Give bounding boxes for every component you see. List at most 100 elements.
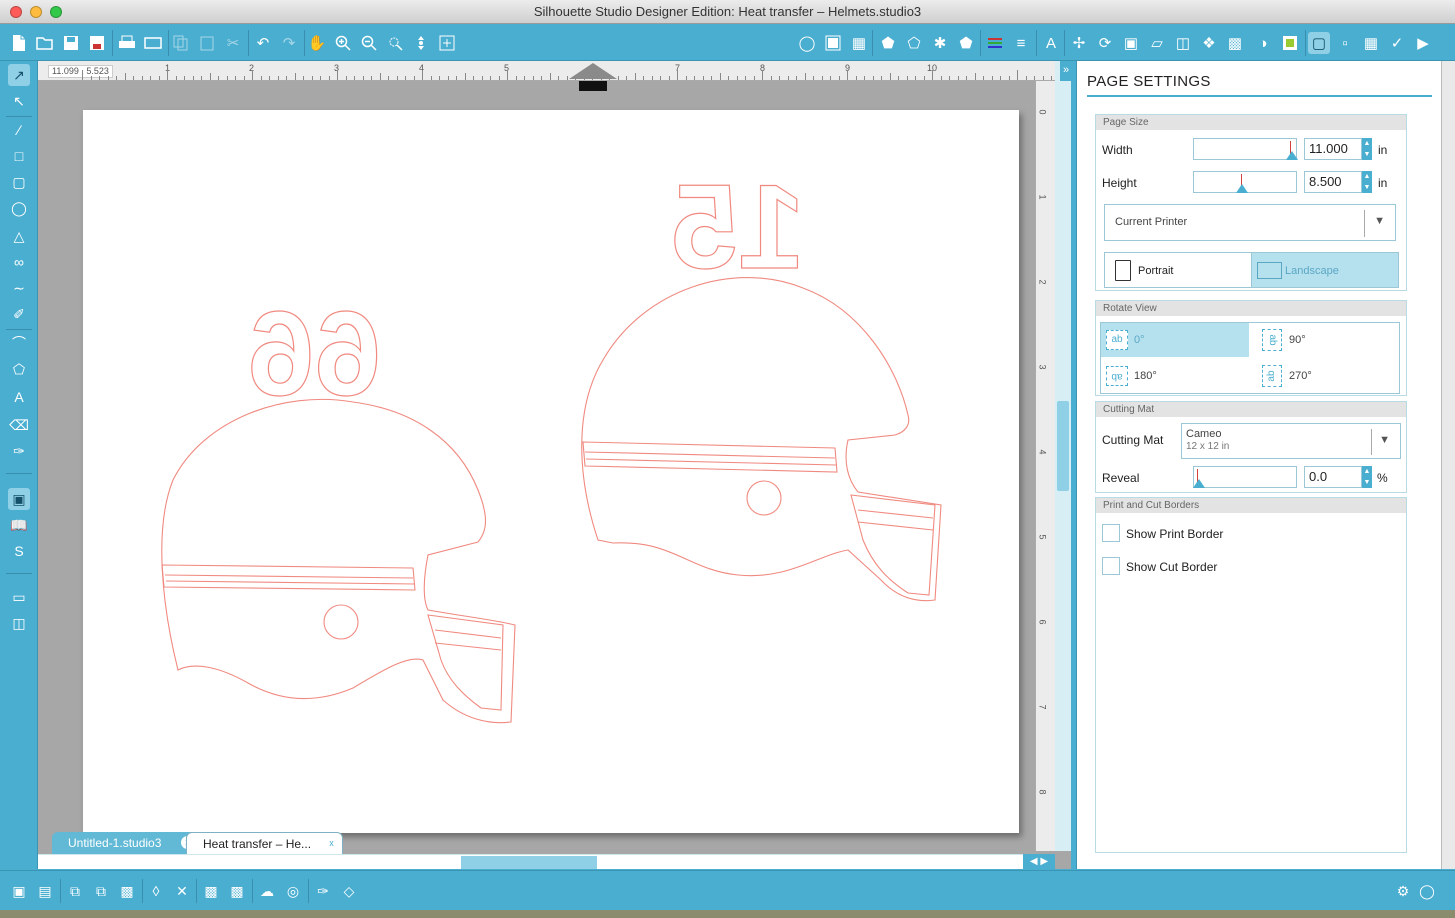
send-to-back-icon[interactable]: ⧉ [90,880,112,902]
close-window-button[interactable] [10,6,22,18]
replicate-icon[interactable]: ❖ [1198,32,1220,54]
cut-settings-icon[interactable]: ▫ [1334,32,1356,54]
panel-toggle[interactable]: » [1060,61,1076,81]
copy-icon[interactable] [170,32,192,54]
landscape-button[interactable]: Landscape [1251,252,1399,288]
zoom-in-icon[interactable] [332,32,354,54]
select-tool-icon[interactable]: ↗ [8,64,30,86]
shear-icon[interactable]: ▱ [1146,32,1168,54]
smooth-freehand-tool-icon[interactable]: ✐ [8,303,30,325]
settings-gear-icon[interactable]: ⚙ [1392,880,1414,902]
page-settings-icon[interactable]: ▢ [1308,32,1330,54]
grid-settings-icon[interactable]: ▦ [1360,32,1382,54]
rectangle-tool-icon[interactable]: □ [8,145,30,167]
regular-polygon-tool-icon[interactable]: ⬠ [8,358,30,380]
show-cut-border-checkbox[interactable] [1102,557,1120,575]
rotate-270-button[interactable]: ab 270° [1256,359,1396,393]
fill-gradient-icon[interactable] [822,32,844,54]
line-color-icon[interactable]: ⬟ [877,32,899,54]
shadow-icon[interactable]: ⬟ [955,32,977,54]
rotate-icon[interactable]: ⟳ [1094,32,1116,54]
single-view-icon[interactable]: ▭ [8,586,30,608]
cut-icon[interactable]: ✂ [222,32,244,54]
horizontal-scrollbar[interactable] [38,854,1023,869]
vertical-scrollbar[interactable] [1055,61,1071,851]
help-icon[interactable]: ◯ [1416,880,1438,902]
open-icon[interactable] [34,32,56,54]
width-input[interactable]: 11.000 [1304,138,1362,160]
undo-icon[interactable]: ↶ [252,32,274,54]
internal-offset-icon[interactable]: ◎ [282,880,304,902]
reveal-stepper[interactable]: ▲ ▼ [1362,466,1372,488]
line-style-icon[interactable]: ⬠ [903,32,925,54]
save-library-icon[interactable] [86,32,108,54]
panel-collapse-icon[interactable]: » [1063,64,1069,76]
design-view-icon[interactable]: ▣ [8,488,30,510]
show-print-border-checkbox[interactable] [1102,524,1120,542]
reveal-slider[interactable] [1193,466,1297,488]
rotate-90-button[interactable]: ab 90° [1256,323,1396,357]
portrait-button[interactable]: Portrait [1104,252,1252,288]
modify-icon[interactable]: ▩ [1224,32,1246,54]
subtract-icon[interactable]: ▩ [226,880,248,902]
library-icon[interactable]: 📖 [8,514,30,536]
height-slider[interactable] [1193,171,1297,193]
height-stepper[interactable]: ▲ ▼ [1362,171,1372,193]
width-slider[interactable] [1193,138,1298,160]
text-tool-icon[interactable]: A [8,386,30,408]
ungroup-icon[interactable]: ▤ [34,880,56,902]
print-icon[interactable] [116,32,138,54]
fill-pattern-icon[interactable]: ▦ [848,32,870,54]
number-15[interactable]: 15 [671,159,806,294]
tab-close-icon[interactable]: x [325,837,338,850]
make-compound-path-icon[interactable]: ◊ [145,880,167,902]
tab-heat-transfer[interactable]: Heat transfer – He... x [186,832,343,854]
rounded-rectangle-tool-icon[interactable]: ▢ [8,171,30,193]
design-artwork[interactable]: 66 15 [83,110,1019,833]
arc-tool-icon[interactable]: ⌒ [8,332,30,354]
width-stepper[interactable]: ▲ ▼ [1362,138,1372,160]
zoom-out-icon[interactable] [358,32,380,54]
transform-icon[interactable]: ✢ [1068,32,1090,54]
eraser-tool-icon[interactable]: ⌫ [8,414,30,436]
group-icon[interactable]: ▣ [8,880,30,902]
page[interactable]: 66 15 [83,110,1019,833]
height-input[interactable]: 8.500 [1304,171,1362,193]
minimize-window-button[interactable] [30,6,42,18]
line-weight-icon[interactable] [984,32,1006,54]
ellipse-tool-icon[interactable]: ◯ [8,197,30,219]
helmet-right[interactable] [581,277,942,602]
new-document-icon[interactable] [8,32,30,54]
split-view-icon[interactable]: ◫ [8,612,30,634]
canvas-area[interactable]: 11.099 , 5.523 1 2 3 4 5 6 7 8 9 10 66 1… [38,61,1071,869]
bring-forward-icon[interactable]: ▩ [116,880,138,902]
online-store-icon[interactable]: S [8,540,30,562]
weld-icon[interactable]: ▩ [200,880,222,902]
vertical-scroll-thumb[interactable] [1057,401,1069,491]
trace-icon[interactable] [1279,32,1301,54]
reveal-input[interactable]: 0.0 [1304,466,1362,488]
print-cut-icon[interactable] [142,32,164,54]
maximize-window-button[interactable] [50,6,62,18]
paste-icon[interactable] [196,32,218,54]
ruler-marker[interactable] [569,63,617,79]
scroll-arrows[interactable]: ◀ ▶ [1023,854,1055,869]
fill-color-icon[interactable]: ◯ [796,32,818,54]
polygon-tool-icon[interactable]: △ [8,225,30,247]
release-compound-path-icon[interactable]: ✕ [171,880,193,902]
redo-icon[interactable]: ↷ [278,32,300,54]
zoom-drag-icon[interactable] [410,32,432,54]
helmet-left[interactable] [161,398,516,724]
knife-quick-icon[interactable]: ✑ [312,880,334,902]
zoom-select-icon[interactable] [384,32,406,54]
text-style-icon[interactable]: A [1040,32,1062,54]
offset-icon[interactable]: ◑ [1252,32,1274,54]
fit-to-page-icon[interactable] [436,32,458,54]
curve-tool-icon[interactable]: ∞ [8,251,30,273]
bring-to-front-icon[interactable]: ⧉ [64,880,86,902]
line-tool-icon[interactable]: ∕ [8,119,30,141]
rotate-0-button[interactable]: ab 0° [1101,323,1249,357]
horizontal-scroll-thumb[interactable] [461,856,597,869]
registration-marks-icon[interactable]: ✓ [1386,32,1408,54]
scale-icon[interactable]: ▣ [1120,32,1142,54]
